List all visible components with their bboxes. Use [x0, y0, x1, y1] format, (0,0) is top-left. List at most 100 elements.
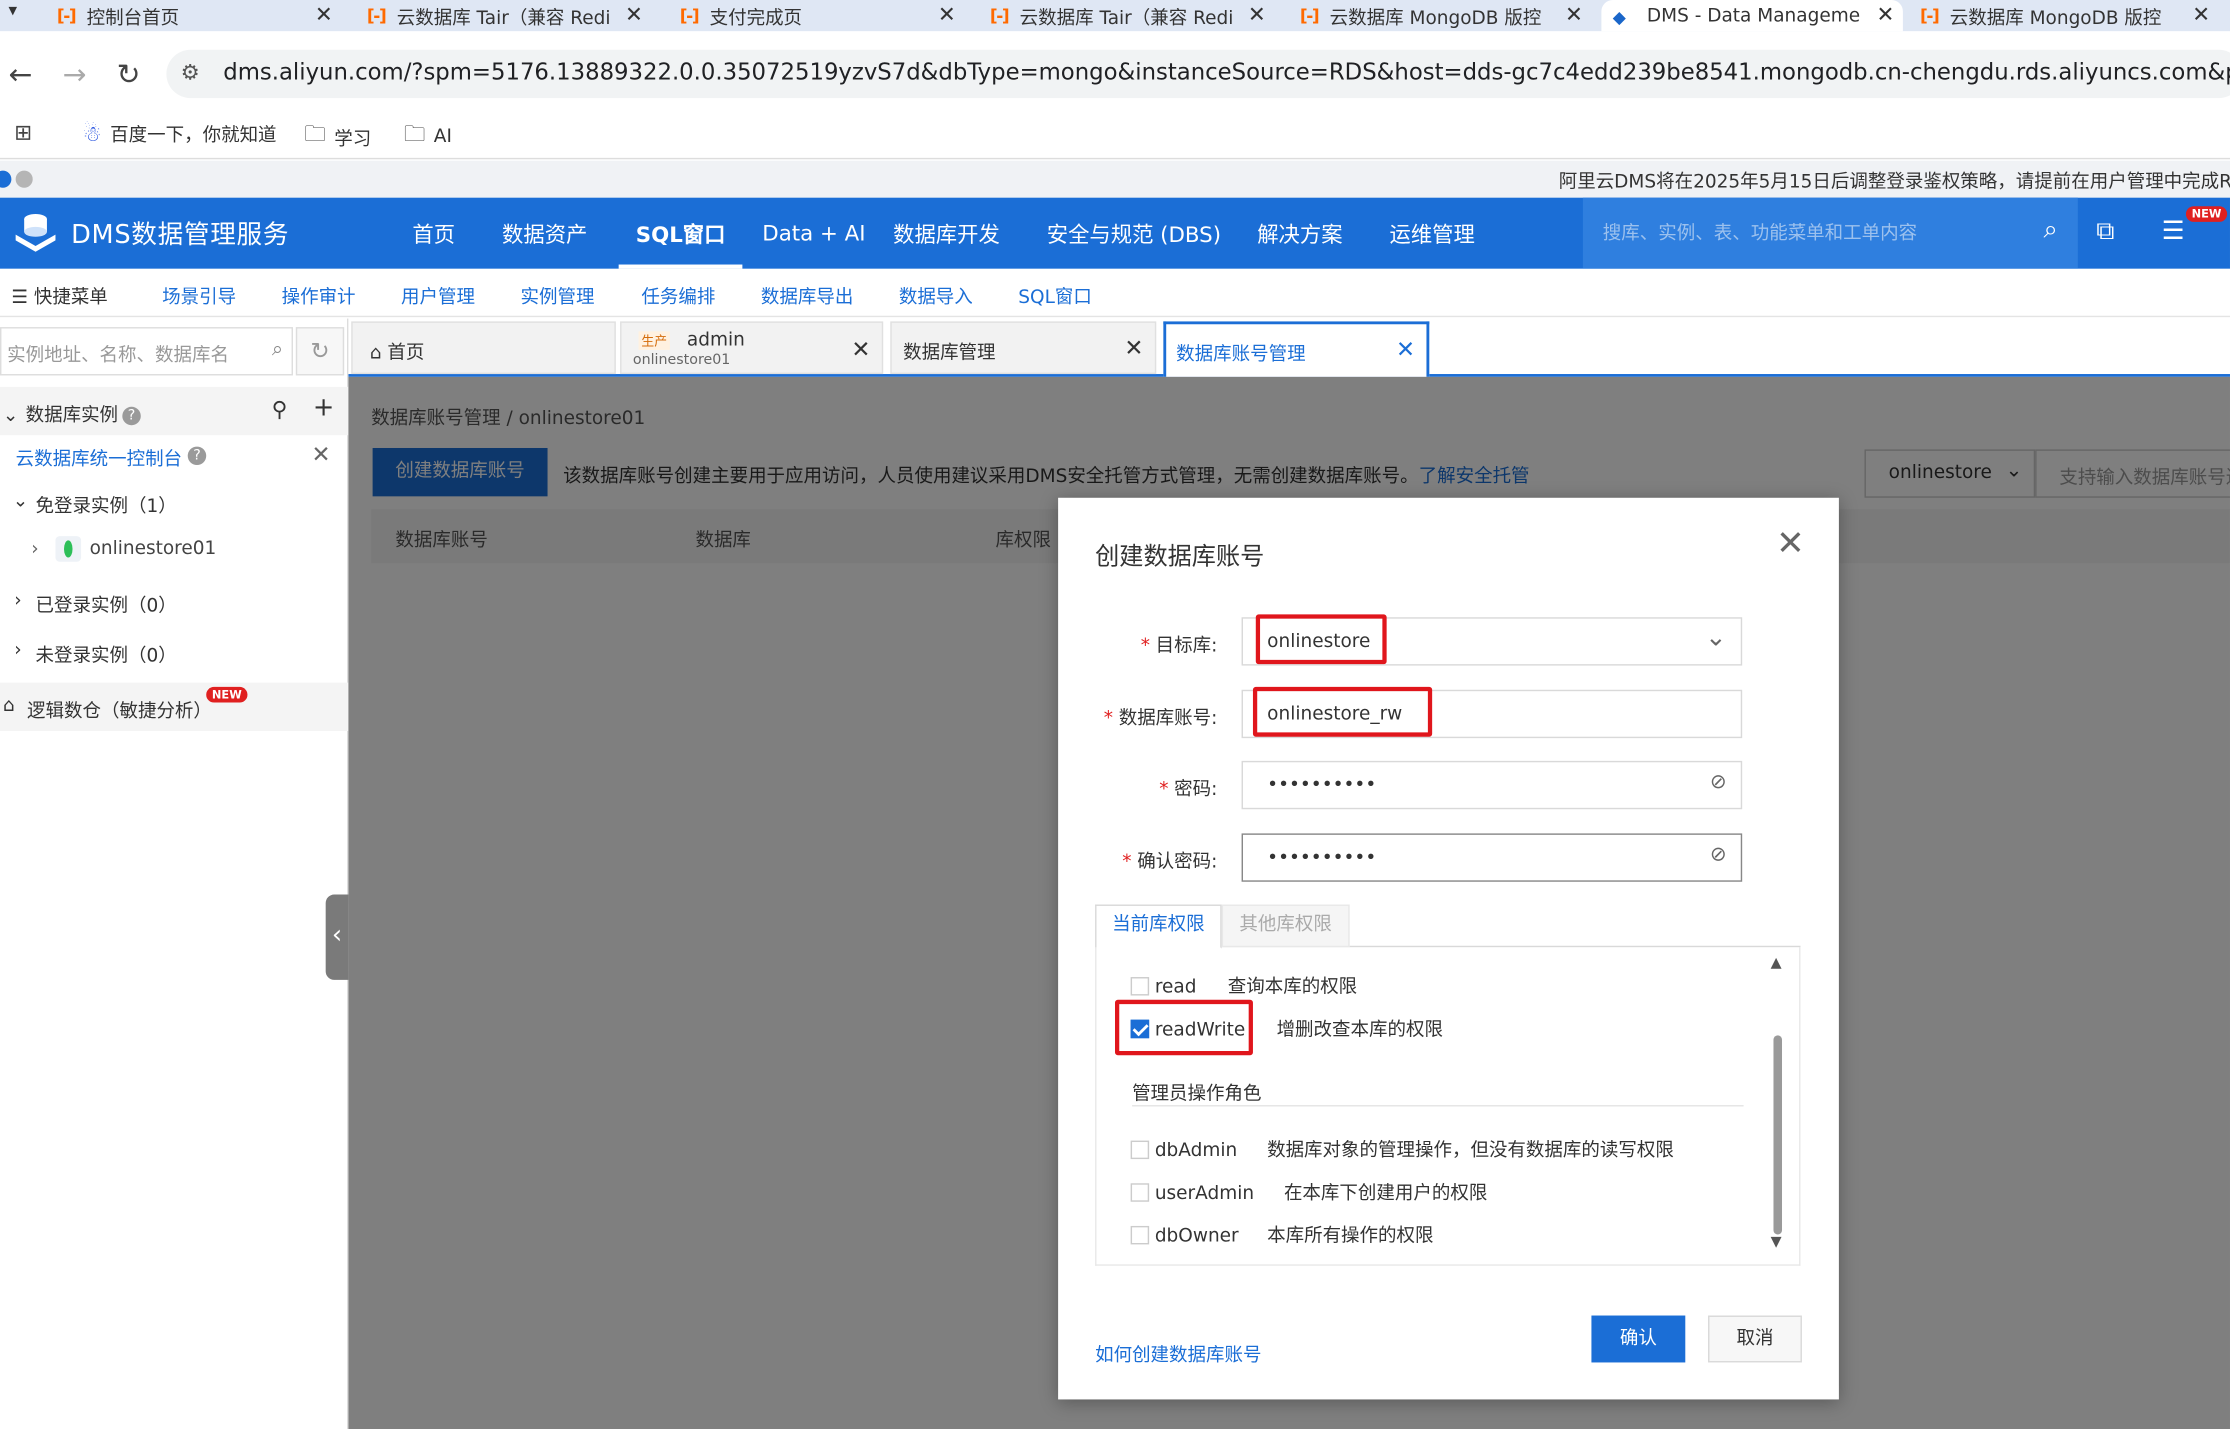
tab-current-db-perms[interactable]: 当前库权限: [1095, 904, 1222, 949]
bookmark-folder-study[interactable]: 🗀 学习: [304, 119, 371, 155]
confirm-password-input[interactable]: •••••••••• ⊘: [1241, 833, 1743, 882]
how-to-create-link[interactable]: 如何创建数据库账号: [1095, 1340, 1261, 1366]
perm-useradmin[interactable]: userAdmin 在本库下创建用户的权限: [1130, 1178, 1488, 1205]
logged-in-group[interactable]: › 已登录实例（0）: [0, 590, 348, 621]
instance-name: onlinestore01: [89, 538, 217, 560]
checkbox[interactable]: [1130, 977, 1150, 996]
perm-desc: 在本库下创建用户的权限: [1283, 1183, 1488, 1205]
perm-dbowner[interactable]: dbOwner 本库所有操作的权限: [1130, 1220, 1434, 1247]
password-input[interactable]: •••••••••• ⊘: [1241, 760, 1743, 810]
field-label: 目标库:: [1155, 635, 1218, 658]
free-login-group[interactable]: ⌄ 免登录实例（1）: [0, 491, 348, 522]
back-icon[interactable]: ←: [9, 57, 33, 91]
topnav-home[interactable]: 首页: [412, 198, 455, 269]
chevron-down-icon[interactable]: ⌄: [3, 405, 26, 426]
close-icon[interactable]: ✕: [1776, 523, 1805, 563]
add-icon[interactable]: +: [313, 393, 334, 423]
filter-icon[interactable]: ⚲: [272, 397, 288, 423]
browser-tab-dms[interactable]: ◆ DMS - Data Management ✕: [1601, 0, 1903, 32]
chevron-down-icon: ⌄: [12, 490, 29, 512]
close-icon[interactable]: ✕: [311, 441, 330, 468]
close-icon[interactable]: ✕: [1124, 334, 1143, 361]
tab-admin[interactable]: 生产 admin onlinestore01 ✕: [620, 321, 884, 375]
perm-dbadmin[interactable]: dbAdmin 数据库对象的管理操作，但没有数据库的读写权限: [1130, 1135, 1674, 1162]
quick-user-manage[interactable]: 用户管理: [401, 282, 475, 308]
browser-tab-console[interactable]: [-] 控制台首页 ✕: [57, 0, 341, 31]
browser-tab-mongodb-2[interactable]: [-] 云数据库 MongoDB 版控 ✕: [1920, 0, 2219, 31]
perm-desc: 查询本库的权限: [1227, 977, 1358, 999]
topnav-security[interactable]: 安全与规范 (DBS): [1047, 198, 1221, 269]
bookmark-baidu[interactable]: ☃ 百度一下，你就知道: [82, 119, 276, 146]
scroll-down-icon[interactable]: ▼: [1771, 1234, 1782, 1250]
tab-home[interactable]: ⌂ 首页: [351, 321, 616, 375]
ticket-icon[interactable]: ☰: [2162, 216, 2185, 246]
quick-task-orchestration[interactable]: 任务编排: [641, 282, 715, 308]
scroll-up-icon[interactable]: ▲: [1771, 956, 1782, 972]
refresh-icon[interactable]: ↻: [295, 327, 345, 376]
topnav-db-dev[interactable]: 数据库开发: [893, 198, 1000, 269]
dms-logo[interactable]: DMS数据管理服务: [11, 210, 289, 256]
eye-off-icon[interactable]: ⊘: [1710, 771, 1727, 794]
quick-data-import[interactable]: 数据导入: [899, 282, 973, 308]
apps-icon[interactable]: ⊞: [14, 119, 32, 145]
address-bar[interactable]: ⚙ dms.aliyun.com/?spm=5176.13889322.0.0.…: [166, 49, 2230, 99]
tab-other-db-perms[interactable]: 其他库权限: [1221, 904, 1350, 948]
search-icon[interactable]: ⌕: [2044, 215, 2058, 245]
not-logged-in-group[interactable]: › 未登录实例（0）: [0, 640, 348, 671]
global-search-input[interactable]: 搜库、实例、表、功能菜单和工单内容 ⌕: [1582, 197, 2078, 269]
collapse-sidebar-button[interactable]: ‹: [325, 894, 349, 980]
close-icon[interactable]: ✕: [625, 1, 643, 27]
console-link-row: 云数据库统一控制台 ? ✕: [0, 441, 348, 475]
permission-list: read 查询本库的权限 readWrite 增删改查本库的权限 管理员操作角色 d…: [1095, 947, 1801, 1266]
checkbox[interactable]: [1130, 1183, 1150, 1202]
close-icon[interactable]: ✕: [1396, 336, 1415, 363]
tab-db-manage[interactable]: 数据库管理 ✕: [890, 321, 1157, 375]
browser-tab-payment[interactable]: [-] 支付完成页 ✕: [680, 0, 964, 31]
topnav-solutions[interactable]: 解决方案: [1257, 198, 1342, 269]
bookmark-folder-ai[interactable]: 🗀 AI: [404, 119, 452, 155]
quick-audit[interactable]: 操作审计: [282, 282, 356, 308]
browser-tab-mongodb[interactable]: [-] 云数据库 MongoDB 版控 ✕: [1300, 0, 1592, 31]
reload-icon[interactable]: ↻: [117, 57, 141, 91]
topnav-data-assets[interactable]: 数据资产: [502, 198, 587, 269]
help-icon[interactable]: ?: [122, 406, 141, 426]
site-settings-icon[interactable]: ⚙: [181, 60, 200, 86]
cancel-button[interactable]: 取消: [1708, 1315, 1802, 1363]
search-icon[interactable]: ⌕: [272, 338, 283, 361]
topnav-ops[interactable]: 运维管理: [1389, 198, 1474, 269]
console-link[interactable]: 云数据库统一控制台: [16, 444, 182, 470]
quick-scene-guide[interactable]: 场景引导: [162, 282, 236, 308]
eye-off-icon[interactable]: ⊘: [1710, 843, 1727, 866]
quick-sql-window[interactable]: SQL窗口: [1018, 282, 1092, 308]
scroll-thumb[interactable]: [1773, 1035, 1783, 1235]
close-icon[interactable]: ✕: [2192, 1, 2210, 27]
tab-search-icon[interactable]: ▾: [9, 0, 18, 20]
quick-db-export[interactable]: 数据库导出: [761, 282, 853, 308]
browser-tab-tair-2[interactable]: [-] 云数据库 Tair（兼容 Redis ✕: [990, 0, 1274, 31]
forward-icon[interactable]: →: [63, 57, 87, 91]
close-icon[interactable]: ✕: [315, 1, 333, 27]
scrollbar[interactable]: ▲ ▼: [1771, 956, 1785, 1255]
notice-text[interactable]: 阿里云DMS将在2025年5月15日后调整登录鉴权策略，请提前在用户管理中完成R…: [1559, 166, 2230, 193]
checkbox[interactable]: [1130, 1225, 1150, 1245]
close-icon[interactable]: ✕: [938, 1, 956, 27]
quick-menu-toggle[interactable]: ☰ 快捷菜单: [11, 282, 107, 308]
close-icon[interactable]: ✕: [1248, 1, 1266, 27]
close-icon[interactable]: ✕: [851, 336, 870, 363]
close-icon[interactable]: ✕: [1565, 1, 1583, 27]
checkbox[interactable]: [1130, 1140, 1150, 1160]
help-icon[interactable]: ?: [187, 446, 207, 466]
logic-db-label: 逻辑数仓（敏捷分析）: [27, 701, 212, 723]
confirm-button[interactable]: 确认: [1591, 1315, 1686, 1363]
quick-instance-manage[interactable]: 实例管理: [521, 282, 595, 308]
instance-item[interactable]: › onlinestore01: [0, 536, 348, 570]
close-icon[interactable]: ✕: [1876, 1, 1894, 27]
copy-window-icon[interactable]: ⧉: [2096, 216, 2114, 246]
logic-db-item[interactable]: ⌂ 逻辑数仓（敏捷分析） NEW: [0, 682, 349, 732]
topnav-data-ai[interactable]: Data + AI: [762, 198, 865, 269]
topnav-sql-window[interactable]: SQL窗口: [618, 198, 743, 269]
browser-tab-tair[interactable]: [-] 云数据库 Tair（兼容 Redis ✕: [367, 0, 651, 31]
tab-account-manage[interactable]: 数据库账号管理 ✕: [1163, 321, 1430, 377]
instance-search-input[interactable]: 实例地址、名称、数据库名 ⌕: [0, 327, 293, 376]
perm-read[interactable]: read 查询本库的权限: [1130, 971, 1358, 999]
